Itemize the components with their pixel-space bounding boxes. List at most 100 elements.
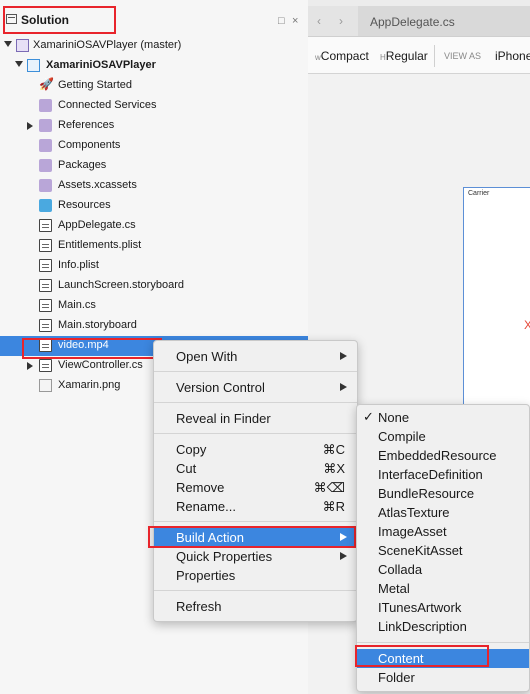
build-action-embedded-resource[interactable]: EmbeddedResource — [357, 446, 529, 465]
csharp-file-icon — [39, 359, 52, 372]
submenu-arrow-icon — [340, 352, 347, 360]
pad-dock-button[interactable]: □ — [278, 15, 285, 27]
tree-item-label: Main.cs — [58, 299, 96, 311]
menu-item-copy[interactable]: Copy ⌘C — [154, 440, 357, 459]
tree-item-label: Info.plist — [58, 259, 99, 271]
tree-item-main-cs[interactable]: Main.cs — [0, 296, 308, 316]
menu-separator — [154, 371, 357, 372]
expander-right-icon[interactable] — [27, 362, 33, 370]
tree-item-connected-services[interactable]: Connected Services — [0, 96, 308, 116]
device-selector[interactable]: iPhone — [495, 49, 530, 63]
expander-right-icon[interactable] — [27, 122, 33, 130]
folder-icon — [39, 139, 52, 152]
csharp-file-icon — [39, 299, 52, 312]
menu-separator — [154, 521, 357, 522]
csharp-file-icon — [39, 219, 52, 232]
solution-pad-icon — [6, 14, 17, 24]
size-class-width-selector[interactable]: wCompact — [315, 49, 369, 63]
size-class-height-selector[interactable]: HRegular — [380, 49, 428, 63]
expander-down-icon[interactable] — [4, 41, 12, 47]
tree-item-packages[interactable]: Packages — [0, 156, 308, 176]
menu-separator — [154, 433, 357, 434]
submenu-arrow-icon — [340, 552, 347, 560]
solution-pad-title: Solution — [21, 13, 69, 27]
tree-item-assets[interactable]: Assets.xcassets — [0, 176, 308, 196]
menu-separator — [357, 642, 529, 643]
forward-arrow-icon[interactable]: › — [339, 14, 343, 28]
build-action-atlas-texture[interactable]: AtlasTexture — [357, 503, 529, 522]
tree-item-label: ViewController.cs — [58, 359, 143, 371]
build-action-image-asset[interactable]: ImageAsset — [357, 522, 529, 541]
tree-item-label: Assets.xcassets — [58, 179, 137, 191]
tree-item-label: Connected Services — [58, 99, 157, 111]
tree-item-solution[interactable]: XamariniOSAVPlayer (master) — [0, 36, 308, 56]
menu-item-open-with[interactable]: Open With — [154, 347, 357, 366]
shortcut-label: ⌘⌫ — [313, 480, 345, 495]
plist-file-icon — [39, 259, 52, 272]
tree-item-project[interactable]: XamariniOSAVPlayer — [0, 56, 308, 76]
rocket-icon: 🚀 — [39, 77, 54, 91]
shortcut-label: ⌘X — [323, 461, 345, 476]
tree-item-resources[interactable]: Resources — [0, 196, 308, 216]
folder-icon — [39, 179, 52, 192]
menu-item-remove[interactable]: Remove ⌘⌫ — [154, 478, 357, 497]
tree-item-label: References — [58, 119, 115, 131]
build-action-metal[interactable]: Metal — [357, 579, 529, 598]
menu-separator — [154, 402, 357, 403]
tree-item-label: AppDelegate.cs — [58, 219, 136, 231]
tree-item-label: Getting Started — [58, 79, 132, 91]
view-marker: X — [524, 318, 530, 332]
tree-item-label: Components — [58, 139, 121, 151]
tab-label: AppDelegate.cs — [370, 15, 455, 29]
tree-item-label: Entitlements.plist — [58, 239, 142, 251]
build-action-link-description[interactable]: LinkDescription — [357, 617, 529, 636]
image-file-icon — [39, 379, 52, 392]
build-action-collada[interactable]: Collada — [357, 560, 529, 579]
tree-item-entitlements[interactable]: Entitlements.plist — [0, 236, 308, 256]
tree-item-label: LaunchScreen.storyboard — [58, 279, 184, 291]
tree-item-label: XamariniOSAVPlayer (master) — [33, 39, 182, 51]
pad-close-button[interactable]: × — [292, 15, 298, 27]
menu-item-reveal-in-finder[interactable]: Reveal in Finder — [154, 409, 357, 428]
tree-item-label: XamariniOSAVPlayer — [46, 59, 156, 71]
folder-icon — [39, 159, 52, 172]
tree-item-info-plist[interactable]: Info.plist — [0, 256, 308, 276]
menu-item-refresh[interactable]: Refresh — [154, 597, 357, 616]
tab-appdelegate[interactable]: AppDelegate.cs — [358, 6, 530, 36]
tree-item-getting-started[interactable]: 🚀 Getting Started — [0, 76, 308, 96]
build-action-none[interactable]: ✓ None — [357, 408, 529, 427]
menu-item-properties[interactable]: Properties — [154, 566, 357, 585]
build-action-compile[interactable]: Compile — [357, 427, 529, 446]
tree-item-label: Main.storyboard — [58, 319, 137, 331]
video-mp4-highlight — [22, 338, 162, 359]
expander-down-icon[interactable] — [15, 61, 23, 67]
context-menu: Open With Version Control Reveal in Find… — [153, 340, 358, 622]
build-action-itunes-artwork[interactable]: ITunesArtwork — [357, 598, 529, 617]
folder-icon — [39, 99, 52, 112]
build-action-scenekit-asset[interactable]: SceneKitAsset — [357, 541, 529, 560]
menu-item-version-control[interactable]: Version Control — [154, 378, 357, 397]
tree-item-appdelegate[interactable]: AppDelegate.cs — [0, 216, 308, 236]
tree-item-main-storyboard[interactable]: Main.storyboard — [0, 316, 308, 336]
back-arrow-icon[interactable]: ‹ — [317, 14, 321, 28]
designer-toolbar: wCompact HRegular VIEW AS iPhone — [308, 37, 530, 74]
menu-separator — [154, 590, 357, 591]
submenu-arrow-icon — [340, 383, 347, 391]
storyboard-file-icon — [39, 279, 52, 292]
menu-item-cut[interactable]: Cut ⌘X — [154, 459, 357, 478]
build-action-folder[interactable]: Folder — [357, 668, 529, 687]
toolbar-divider — [434, 45, 435, 67]
tree-item-label: Resources — [58, 199, 111, 211]
status-bar-carrier: Carrier — [468, 190, 490, 197]
tree-item-launchscreen[interactable]: LaunchScreen.storyboard — [0, 276, 308, 296]
tree-item-references[interactable]: References — [0, 116, 308, 136]
storyboard-file-icon — [39, 319, 52, 332]
menu-item-rename[interactable]: Rename... ⌘R — [154, 497, 357, 516]
menu-item-quick-properties[interactable]: Quick Properties — [154, 547, 357, 566]
checkmark-icon: ✓ — [363, 409, 374, 424]
solution-pad-header: Solution □ × — [0, 6, 308, 36]
build-action-bundle-resource[interactable]: BundleResource — [357, 484, 529, 503]
tree-item-components[interactable]: Components — [0, 136, 308, 156]
build-action-interface-definition[interactable]: InterfaceDefinition — [357, 465, 529, 484]
build-action-highlight — [148, 526, 356, 548]
